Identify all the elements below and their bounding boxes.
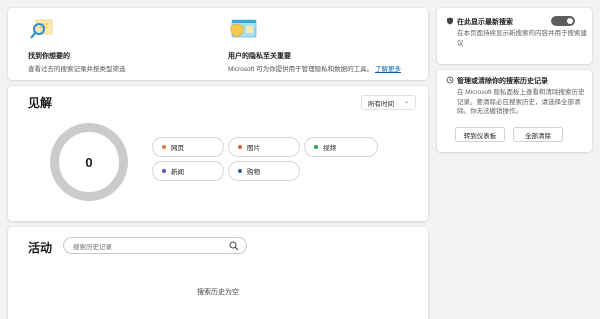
feature-description: Microsoft 可为你提供用于管理隐私和数据的工具。 了解更多 — [228, 66, 401, 73]
manage-history-title: 管理或清除你的搜索历史记录 — [457, 78, 548, 85]
search-history-placeholder: 搜索历史记录 — [73, 243, 112, 251]
category-chip-news[interactable]: 新闻 — [152, 161, 224, 181]
category-chip-shopping[interactable]: 购物 — [228, 161, 300, 181]
learn-more-link[interactable]: 了解更多 — [375, 66, 401, 73]
category-dot — [314, 145, 318, 149]
empty-history-message: 搜索历史为空 — [197, 289, 239, 296]
category-dot — [162, 169, 166, 173]
shield-icon — [447, 17, 453, 25]
insights-title: 见解 — [28, 96, 53, 110]
magnifier-illustration-icon — [30, 19, 53, 39]
category-label: 视频 — [323, 145, 336, 152]
manage-history-card: 管理或清除你的搜索历史记录 在 Microsoft 隐私面板上查看和清除搜索历史… — [437, 70, 592, 152]
clear-all-button[interactable]: 全部清除 — [513, 127, 563, 142]
privacy-illustration-icon — [230, 19, 257, 38]
feature-title: 用户的隐私至关重要 — [228, 53, 291, 60]
search-history-input[interactable]: 搜索历史记录 — [63, 237, 247, 254]
category-dot — [238, 145, 242, 149]
insights-total: 0 — [85, 154, 93, 170]
category-label: 网页 — [171, 145, 184, 152]
category-label: 购物 — [247, 169, 260, 176]
category-chip-webpage[interactable]: 网页 — [152, 137, 224, 157]
feature-title: 找到你想要的 — [28, 53, 70, 60]
time-filter-dropdown[interactable]: 所有时间 ⌄ — [361, 95, 416, 110]
category-dot — [238, 169, 242, 173]
history-icon — [446, 76, 454, 84]
go-to-dashboard-button[interactable]: 转到仪表板 — [455, 127, 505, 142]
manage-history-description: 在 Microsoft 隐私面板上查看和清除搜索历史记录。要清除必应搜索历史，请… — [457, 89, 585, 115]
category-label: 新闻 — [171, 169, 184, 176]
show-searches-title: 在此显示最新搜索 — [457, 19, 513, 26]
insights-donut-chart: 0 — [50, 123, 128, 201]
category-chip-images[interactable]: 图片 — [228, 137, 300, 157]
insights-card: 见解 所有时间 ⌄ 0 网页 图片 视频 新闻 购物 — [8, 86, 428, 221]
activity-title: 活动 — [28, 241, 53, 255]
time-filter-value: 所有时间 — [368, 100, 394, 108]
features-card: 找到你想要的 查看过去的搜索记录并按类型筛选 用户的隐私至关重要 Microso… — [8, 8, 428, 80]
category-dot — [162, 145, 166, 149]
feature-description: 查看过去的搜索记录并按类型筛选 — [28, 66, 126, 73]
show-searches-description: 在本页面持续显示新搜索的内容并用于搜索建议 — [457, 30, 587, 47]
chevron-down-icon: ⌄ — [403, 99, 409, 105]
show-searches-card: 在此显示最新搜索 在本页面持续显示新搜索的内容并用于搜索建议 — [437, 8, 592, 64]
show-searches-toggle[interactable] — [551, 16, 575, 26]
search-icon[interactable] — [229, 241, 239, 251]
category-label: 图片 — [247, 145, 260, 152]
activity-card: 活动 搜索历史记录 搜索历史为空 — [8, 227, 428, 319]
category-chip-videos[interactable]: 视频 — [304, 137, 378, 157]
